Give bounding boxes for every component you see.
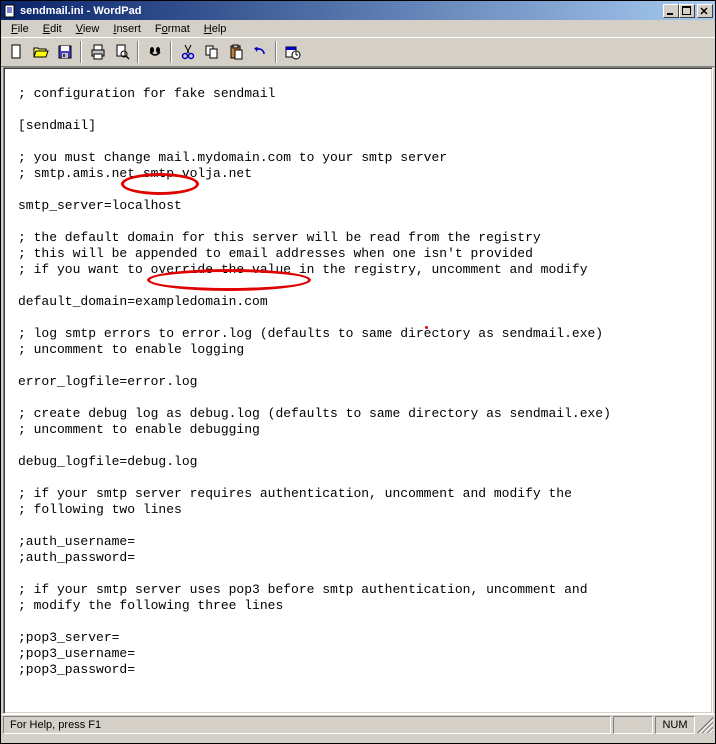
annotation-circle-exampledomain (147, 269, 311, 291)
menu-file-label: ile (18, 23, 29, 35)
window-title: sendmail.ini - WordPad (20, 5, 663, 17)
menu-help-label: elp (212, 23, 227, 35)
menu-insert[interactable]: Insert (107, 22, 147, 36)
cut-button[interactable] (176, 41, 199, 63)
save-button[interactable] (53, 41, 76, 63)
annotation-circle-localhost (121, 173, 199, 195)
menu-format[interactable]: Format (149, 22, 196, 36)
menu-file[interactable]: File (5, 22, 35, 36)
toolbar-separator (170, 41, 172, 63)
toolbar-separator (275, 41, 277, 63)
print-button[interactable] (86, 41, 109, 63)
menu-bar: File Edit View Insert Format Help (1, 20, 715, 37)
menu-format-label: rmat (168, 23, 190, 35)
annotation-dot (425, 326, 428, 329)
status-num: NUM (655, 716, 695, 734)
new-button[interactable] (5, 41, 28, 63)
menu-view-label: iew (83, 23, 100, 35)
menu-insert-label: nsert (116, 23, 140, 35)
datetime-button[interactable] (281, 41, 304, 63)
open-button[interactable] (29, 41, 52, 63)
close-button[interactable] (697, 4, 713, 18)
print-preview-button[interactable] (110, 41, 133, 63)
undo-button[interactable] (248, 41, 271, 63)
paste-button[interactable] (224, 41, 247, 63)
find-button[interactable] (143, 41, 166, 63)
title-bar: sendmail.ini - WordPad (1, 1, 715, 20)
toolbar-separator (137, 41, 139, 63)
menu-view[interactable]: View (70, 22, 106, 36)
text-editor[interactable]: ; configuration for fake sendmail [sendm… (3, 67, 713, 714)
maximize-button[interactable] (679, 4, 695, 18)
minimize-button[interactable] (663, 4, 679, 18)
menu-edit-label: dit (50, 23, 62, 35)
window-buttons (663, 4, 713, 18)
status-bar: For Help, press F1 NUM (1, 714, 715, 734)
toolbar (1, 37, 715, 67)
status-help-text: For Help, press F1 (3, 716, 611, 734)
editor-wrap: ; configuration for fake sendmail [sendm… (3, 67, 713, 714)
copy-button[interactable] (200, 41, 223, 63)
toolbar-separator (80, 41, 82, 63)
menu-edit[interactable]: Edit (37, 22, 68, 36)
wordpad-doc-icon (3, 4, 17, 18)
status-caps (613, 716, 653, 734)
menu-help[interactable]: Help (198, 22, 233, 36)
resize-grip[interactable] (697, 717, 713, 733)
